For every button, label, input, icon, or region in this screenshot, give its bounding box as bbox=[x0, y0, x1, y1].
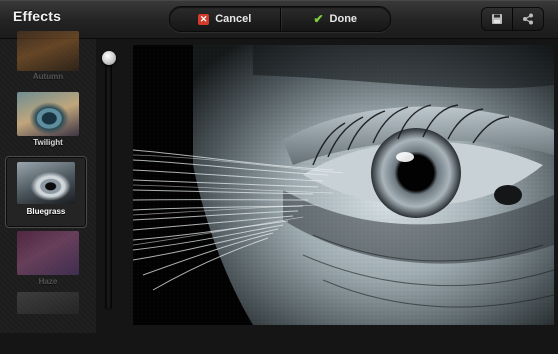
effect-label: Autumn bbox=[32, 72, 64, 81]
share-icon bbox=[523, 13, 533, 25]
effect-thumb-haze[interactable]: Haze bbox=[17, 231, 79, 293]
effect-preview-image bbox=[17, 162, 75, 204]
save-icon bbox=[492, 14, 502, 24]
done-button[interactable]: ✔ Done bbox=[279, 7, 391, 31]
share-button[interactable] bbox=[512, 8, 543, 30]
cancel-button[interactable]: ✕ Cancel bbox=[170, 7, 280, 31]
effect-thumb-bluegrass[interactable]: Bluegrass bbox=[5, 156, 87, 228]
save-button[interactable] bbox=[482, 8, 512, 30]
effect-thumb-twilight[interactable]: Twilight bbox=[17, 92, 79, 154]
effect-preview-image bbox=[17, 92, 79, 136]
close-icon: ✕ bbox=[198, 13, 210, 25]
effects-strip: Autumn Twilight Bluegrass Haze bbox=[0, 31, 96, 333]
cancel-done-control: ✕ Cancel ✔ Done bbox=[169, 6, 391, 32]
check-icon: ✔ bbox=[313, 12, 324, 26]
photo-image bbox=[133, 45, 554, 325]
intensity-slider-handle[interactable] bbox=[102, 51, 116, 65]
cancel-label: Cancel bbox=[215, 13, 252, 25]
effect-preview-image bbox=[17, 31, 79, 71]
effect-preview-image bbox=[17, 292, 79, 314]
action-buttons bbox=[481, 7, 544, 31]
page-title: Effects bbox=[13, 8, 62, 24]
effect-preview-image bbox=[17, 231, 79, 275]
effect-label: Twilight bbox=[33, 138, 63, 147]
effect-label: Bluegrass bbox=[26, 207, 66, 216]
top-toolbar: Effects ✕ Cancel ✔ Done bbox=[0, 0, 558, 39]
effect-label: Haze bbox=[38, 277, 58, 286]
photo-preview bbox=[133, 45, 554, 325]
done-label: Done bbox=[329, 13, 358, 25]
intensity-slider-track[interactable] bbox=[105, 58, 112, 310]
effect-thumb-next[interactable] bbox=[17, 292, 79, 354]
